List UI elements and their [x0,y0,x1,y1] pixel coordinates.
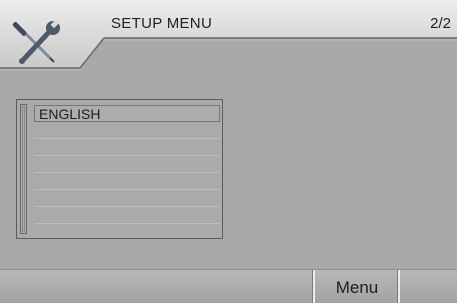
list-item-empty [34,140,220,156]
language-list-panel: ENGLISH [16,99,223,239]
language-list: ENGLISH [34,105,220,225]
footer-divider [398,270,400,303]
page-title: SETUP MENU [111,15,213,32]
list-item-empty [34,191,220,207]
list-item-empty [34,157,220,173]
tools-icon [12,19,60,64]
setup-menu-screen: SETUP MENU 2/2 ENGLISH Menu [0,0,457,303]
list-item-empty [34,123,220,139]
list-item-english[interactable]: ENGLISH [34,105,220,122]
footer-divider [313,270,315,303]
list-item-empty [34,174,220,190]
scrollbar[interactable] [20,104,27,234]
scrollbar-thumb[interactable] [22,106,25,232]
header-background [0,0,457,71]
list-item-empty [34,208,220,224]
page-indicator: 2/2 [430,15,451,32]
menu-button[interactable]: Menu [316,270,398,303]
